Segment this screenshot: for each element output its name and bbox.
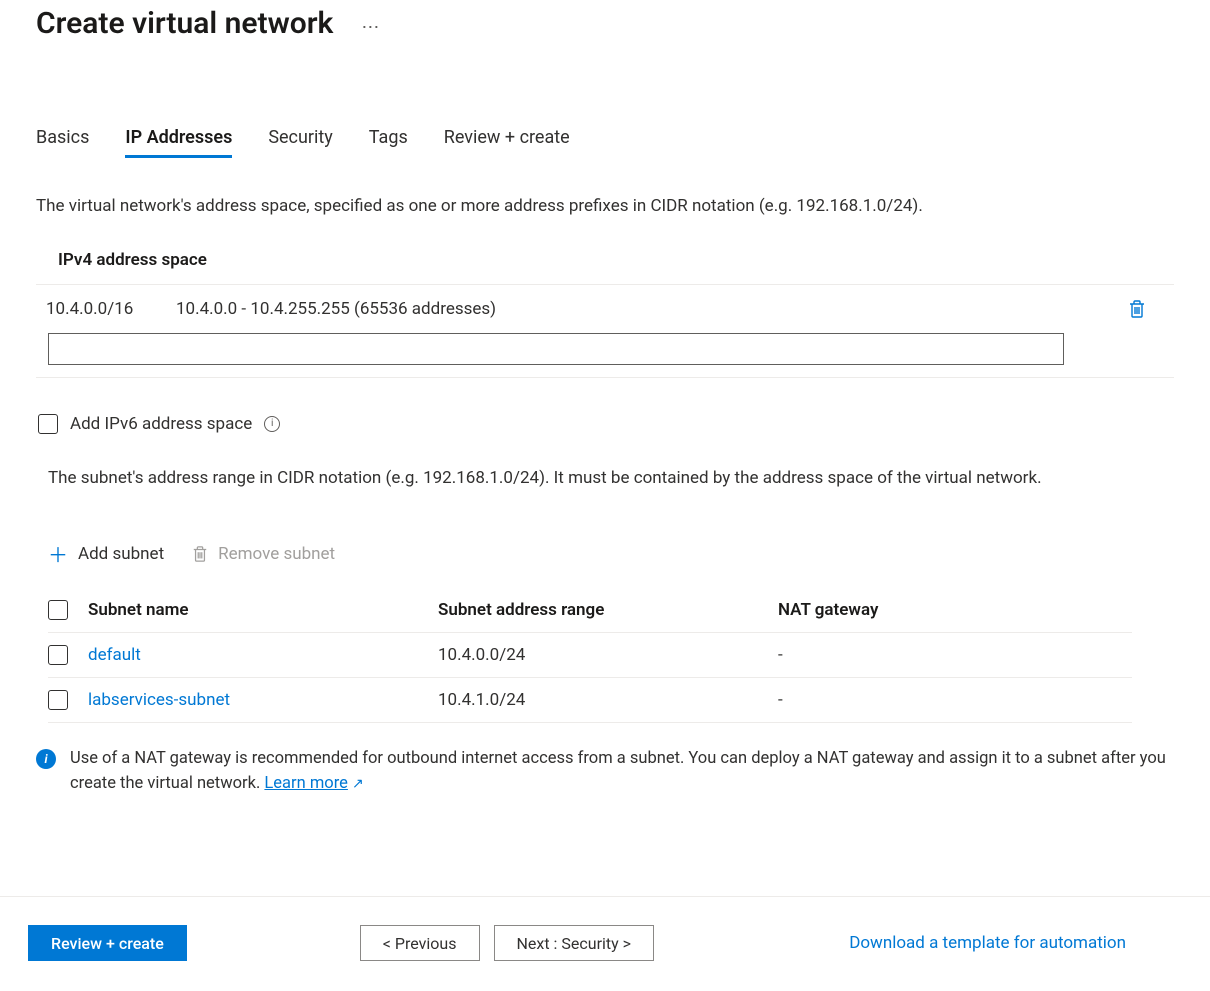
row-checkbox[interactable]: [48, 645, 68, 665]
more-icon[interactable]: ⋯: [361, 9, 381, 38]
download-template-link[interactable]: Download a template for automation: [849, 933, 1126, 953]
info-icon[interactable]: i: [264, 416, 280, 432]
subnet-range: 10.4.0.0/24: [438, 645, 778, 665]
row-checkbox[interactable]: [48, 690, 68, 710]
learn-more-link[interactable]: Learn more: [264, 774, 347, 793]
subnet-description: The subnet's address range in CIDR notat…: [48, 466, 1128, 492]
address-range: 10.4.0.0 - 10.4.255.255 (65536 addresses…: [176, 299, 1110, 319]
add-subnet-label: Add subnet: [78, 544, 164, 564]
info-banner: i Use of a NAT gateway is recommended fo…: [36, 747, 1174, 797]
trash-icon: [192, 545, 208, 563]
tab-ip-addresses[interactable]: IP Addresses: [125, 127, 232, 158]
address-space-input[interactable]: [48, 333, 1064, 365]
footer: Review + create < Previous Next : Securi…: [0, 896, 1210, 991]
page-title: Create virtual network: [36, 6, 333, 41]
info-icon: i: [36, 749, 56, 769]
delete-address-space-button[interactable]: [1110, 299, 1164, 319]
subnet-name-link[interactable]: default: [88, 645, 141, 665]
subnet-name-link[interactable]: labservices-subnet: [88, 690, 230, 710]
ipv6-label: Add IPv6 address space: [70, 414, 252, 434]
subnet-nat: -: [778, 690, 1132, 710]
review-create-button[interactable]: Review + create: [28, 925, 187, 961]
tab-tags[interactable]: Tags: [369, 127, 408, 158]
select-all-checkbox[interactable]: [48, 600, 68, 620]
table-row: default 10.4.0.0/24 -: [48, 633, 1132, 678]
plus-icon: ＋: [48, 539, 68, 568]
subnet-range: 10.4.1.0/24: [438, 690, 778, 710]
table-row: labservices-subnet 10.4.1.0/24 -: [48, 678, 1132, 723]
ipv6-checkbox[interactable]: [38, 414, 58, 434]
subnet-table: Subnet name Subnet address range NAT gat…: [48, 588, 1132, 723]
tab-basics[interactable]: Basics: [36, 127, 89, 158]
tabs: Basics IP Addresses Security Tags Review…: [36, 127, 1174, 158]
tab-review-create[interactable]: Review + create: [444, 127, 570, 158]
subnet-header-row: Subnet name Subnet address range NAT gat…: [48, 588, 1132, 633]
address-space-row: 10.4.0.0/16 10.4.0.0 - 10.4.255.255 (655…: [36, 285, 1174, 333]
trash-icon: [1128, 299, 1146, 319]
add-subnet-button[interactable]: ＋ Add subnet: [48, 539, 164, 568]
remove-subnet-button: Remove subnet: [192, 544, 335, 564]
col-nat-gateway: NAT gateway: [778, 600, 1132, 620]
address-cidr: 10.4.0.0/16: [46, 299, 176, 319]
external-link-icon: ↗: [352, 776, 364, 792]
tab-security[interactable]: Security: [268, 127, 332, 158]
next-button[interactable]: Next : Security >: [494, 925, 655, 961]
ipv4-header: IPv4 address space: [36, 250, 1174, 285]
previous-button[interactable]: < Previous: [360, 925, 480, 961]
info-banner-text: Use of a NAT gateway is recommended for …: [70, 749, 1166, 793]
col-subnet-name: Subnet name: [88, 600, 438, 620]
col-subnet-range: Subnet address range: [438, 600, 778, 620]
address-space-description: The virtual network's address space, spe…: [36, 194, 1174, 220]
remove-subnet-label: Remove subnet: [218, 544, 335, 564]
subnet-nat: -: [778, 645, 1132, 665]
